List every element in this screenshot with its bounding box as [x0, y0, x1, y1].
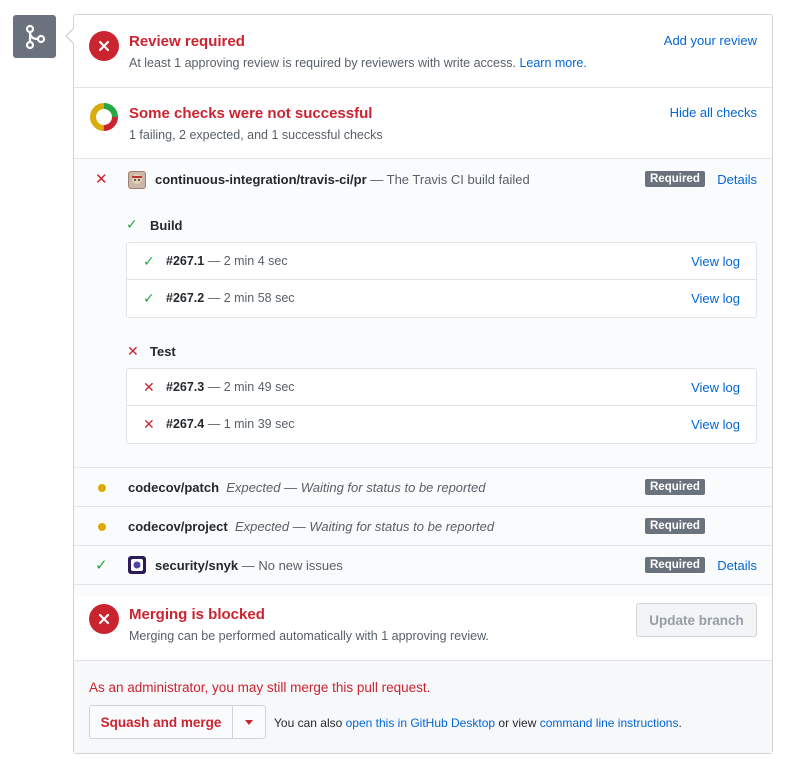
job-duration: — 2 min 58 sec — [207, 291, 295, 305]
review-section: Review required At least 1 approving rev… — [74, 15, 772, 88]
test-group-label: Test — [150, 344, 176, 359]
check-snyk-label: security/snyk — No new issues — [155, 558, 343, 573]
job-duration: — 2 min 4 sec — [207, 254, 288, 268]
job-duration: — 1 min 39 sec — [207, 417, 295, 431]
job-number: #267.3 — [166, 380, 205, 394]
job-row: ✓ #267.2 — 2 min 58 sec View log — [127, 280, 756, 317]
caret-down-icon — [245, 719, 253, 725]
learn-more-link[interactable]: Learn more. — [519, 56, 586, 70]
job-label: #267.3 — 2 min 49 sec — [166, 380, 295, 394]
test-jobs: ✕ #267.3 — 2 min 49 sec View log ✕ #267.… — [126, 368, 757, 444]
merge-status-panel: Review required At least 1 approving rev… — [73, 14, 773, 754]
job-row: ✕ #267.4 — 1 min 39 sec View log — [127, 406, 756, 443]
git-merge-icon — [13, 15, 56, 58]
check-row-codecov-project: codecov/project Expected — Waiting for s… — [74, 507, 772, 546]
check-codecov-project-name: codecov/project — [128, 519, 228, 534]
job-duration: — 2 min 49 sec — [207, 380, 295, 394]
update-branch-button[interactable]: Update branch — [636, 603, 757, 637]
alt-suffix: . — [678, 716, 682, 730]
failure-x-icon: ✕ — [95, 171, 108, 188]
view-log-link[interactable]: View log — [691, 254, 740, 269]
review-failed-icon — [89, 31, 119, 61]
build-group-label: Build — [150, 218, 183, 233]
snyk-avatar — [128, 556, 146, 574]
job-number: #267.2 — [166, 291, 205, 305]
checks-summary-section: Some checks were not successful 1 failin… — [74, 88, 772, 159]
check-row-snyk: ✓ security/snyk — No new issues Required… — [74, 546, 772, 585]
checks-summary-title: Some checks were not successful — [129, 105, 373, 122]
check-codecov-project-label: codecov/project Expected — Waiting for s… — [128, 519, 494, 534]
job-label: #267.4 — 1 min 39 sec — [166, 417, 295, 431]
success-check-icon: ✓ — [143, 253, 155, 269]
merge-footer: As an administrator, you may still merge… — [74, 660, 772, 753]
failure-x-icon: ✕ — [143, 379, 155, 395]
add-review-link[interactable]: Add your review — [664, 33, 757, 48]
merge-method-dropdown[interactable] — [233, 706, 265, 738]
job-label: #267.1 — 2 min 4 sec — [166, 254, 288, 268]
job-number: #267.1 — [166, 254, 205, 268]
alt-middle: or view — [498, 716, 537, 730]
pending-dot-icon — [98, 523, 106, 531]
pending-dot-icon — [98, 484, 106, 492]
travis-avatar — [128, 171, 146, 189]
job-number: #267.4 — [166, 417, 205, 431]
hide-checks-link[interactable]: Hide all checks — [670, 105, 757, 120]
checks-donut-icon — [89, 102, 119, 132]
alt-prefix: You can also — [274, 716, 343, 730]
success-check-icon: ✓ — [95, 557, 108, 574]
required-badge: Required — [645, 518, 705, 534]
build-jobs: ✓ #267.1 — 2 min 4 sec View log ✓ #267.2… — [126, 242, 757, 318]
check-row-codecov-patch: codecov/patch Expected — Waiting for sta… — [74, 468, 772, 507]
check-travis-description: — The Travis CI build failed — [370, 172, 530, 187]
review-subtitle-text: At least 1 approving review is required … — [129, 56, 516, 70]
view-log-link[interactable]: View log — [691, 380, 740, 395]
review-subtitle: At least 1 approving review is required … — [129, 56, 587, 70]
test-failure-icon: ✕ — [127, 343, 139, 359]
success-check-icon: ✓ — [143, 290, 155, 306]
check-codecov-patch-description: Expected — Waiting for status to be repo… — [226, 480, 486, 495]
required-badge: Required — [645, 479, 705, 495]
squash-merge-group: Squash and merge — [89, 705, 266, 739]
alt-merge-options: You can also open this in GitHub Desktop… — [274, 716, 682, 730]
open-desktop-link[interactable]: open this in GitHub Desktop — [346, 716, 495, 730]
failure-x-icon: ✕ — [143, 416, 155, 432]
build-success-icon: ✓ — [126, 216, 138, 232]
checks-summary-subtitle: 1 failing, 2 expected, and 1 successful … — [129, 128, 383, 142]
required-badge: Required — [645, 171, 705, 187]
review-title: Review required — [129, 33, 245, 50]
check-snyk-name: security/snyk — [155, 558, 239, 573]
check-row-travis: ✕ continuous-integration/travis-ci/pr — … — [74, 159, 772, 468]
check-codecov-patch-label: codecov/patch Expected — Waiting for sta… — [128, 480, 485, 495]
view-log-link[interactable]: View log — [691, 417, 740, 432]
checks-list: ✕ continuous-integration/travis-ci/pr — … — [74, 159, 772, 596]
job-row: ✓ #267.1 — 2 min 4 sec View log — [127, 243, 756, 280]
merging-title: Merging is blocked — [129, 606, 265, 623]
check-travis-name: continuous-integration/travis-ci/pr — [155, 172, 367, 187]
panel-pointer-inner — [67, 29, 74, 43]
merging-subtitle: Merging can be performed automatically w… — [129, 629, 489, 643]
merge-blocked-icon — [89, 604, 119, 634]
admin-note: As an administrator, you may still merge… — [89, 680, 431, 695]
travis-details-link[interactable]: Details — [717, 172, 757, 187]
check-travis-label: continuous-integration/travis-ci/pr — Th… — [155, 172, 530, 187]
cli-instructions-link[interactable]: command line instructions — [540, 716, 679, 730]
view-log-link[interactable]: View log — [691, 291, 740, 306]
check-codecov-project-description: Expected — Waiting for status to be repo… — [234, 519, 495, 534]
squash-and-merge-button[interactable]: Squash and merge — [90, 706, 233, 738]
snyk-details-link[interactable]: Details — [717, 558, 757, 573]
required-badge: Required — [645, 557, 705, 573]
job-row: ✕ #267.3 — 2 min 49 sec View log — [127, 369, 756, 406]
check-snyk-description: — No new issues — [241, 558, 343, 573]
check-codecov-patch-name: codecov/patch — [128, 480, 220, 495]
job-label: #267.2 — 2 min 58 sec — [166, 291, 295, 305]
